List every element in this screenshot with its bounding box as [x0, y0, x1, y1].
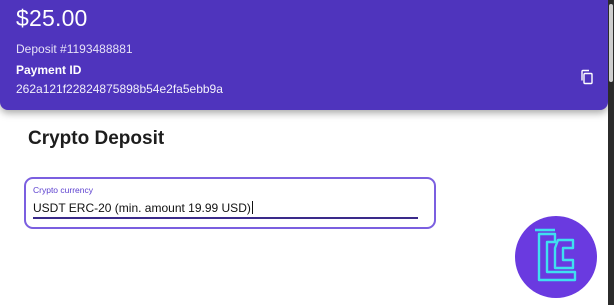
deposit-page: $25.00 Deposit #1193488881 Payment ID 26…: [0, 0, 614, 305]
text-caret: [251, 201, 253, 214]
deposit-id: Deposit #1193488881: [16, 42, 133, 56]
field-underline: [33, 217, 418, 219]
tradingfinder-logo: [515, 216, 597, 298]
payment-id-value: 262a121f22824875898b54e2fa5ebb9a: [16, 82, 223, 96]
deposit-amount: $25.00: [16, 5, 88, 31]
payment-id-label: Payment ID: [16, 63, 82, 77]
crypto-currency-field[interactable]: Crypto currency USDT ERC-20 (min. amount…: [24, 177, 436, 229]
copy-icon[interactable]: [579, 69, 595, 85]
scrollbar-thumb[interactable]: [609, 4, 613, 82]
crypto-currency-value: USDT ERC-20 (min. amount 19.99 USD): [33, 201, 251, 215]
page-title: Crypto Deposit: [28, 128, 165, 149]
deposit-summary-card: $25.00 Deposit #1193488881 Payment ID 26…: [0, 0, 608, 110]
crypto-currency-value-wrap: USDT ERC-20 (min. amount 19.99 USD): [33, 201, 253, 215]
crypto-currency-label: Crypto currency: [33, 185, 93, 195]
